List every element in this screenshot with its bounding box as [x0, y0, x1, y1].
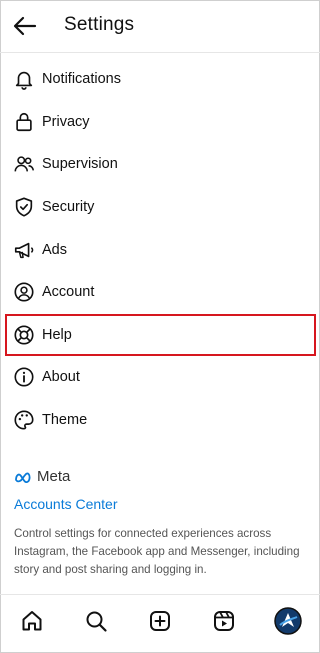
accounts-center-link[interactable]: Accounts Center: [14, 496, 118, 512]
menu-item-notifications[interactable]: Notifications: [0, 58, 320, 101]
menu-item-security[interactable]: Security: [0, 186, 320, 229]
page-title: Settings: [64, 14, 135, 35]
palette-icon: [11, 407, 37, 433]
menu-item-label: Ads: [42, 241, 67, 258]
meta-label: Meta: [37, 468, 71, 485]
menu-item-label: Security: [42, 199, 95, 216]
menu-item-account[interactable]: Account: [0, 271, 320, 314]
meta-brand: Meta: [14, 468, 70, 485]
search-icon[interactable]: [82, 607, 110, 635]
menu-item-label: Account: [42, 284, 95, 301]
megaphone-icon: [11, 237, 37, 263]
account-icon: [11, 279, 37, 305]
accounts-center-description: Control settings for connected experienc…: [14, 527, 300, 576]
menu-item-about[interactable]: About: [0, 356, 320, 399]
shield-icon: [11, 194, 37, 220]
people-icon: [11, 151, 37, 177]
menu-item-ads[interactable]: Ads: [0, 228, 320, 271]
reels-icon[interactable]: [210, 607, 238, 635]
lock-icon: [11, 109, 37, 135]
menu-item-label: Theme: [42, 412, 88, 429]
info-icon: [11, 364, 37, 390]
menu-item-label: Notifications: [42, 71, 121, 88]
bottom-tab-bar: [0, 594, 320, 649]
meta-logo-icon: [14, 471, 34, 483]
profile-avatar[interactable]: [274, 607, 302, 635]
menu-item-label: Help: [42, 326, 72, 343]
settings-menu: Notifications Privacy Supervision Securi…: [0, 58, 320, 441]
menu-item-label: About: [42, 369, 80, 386]
lifebuoy-icon: [11, 322, 37, 348]
back-arrow-icon[interactable]: [12, 13, 38, 39]
home-icon[interactable]: [18, 607, 46, 635]
menu-item-help[interactable]: Help: [5, 313, 316, 357]
create-icon[interactable]: [146, 607, 174, 635]
menu-item-label: Supervision: [42, 156, 118, 173]
menu-item-theme[interactable]: Theme: [0, 399, 320, 442]
menu-item-privacy[interactable]: Privacy: [0, 101, 320, 144]
menu-item-label: Privacy: [42, 113, 90, 130]
bell-icon: [11, 66, 37, 92]
menu-item-supervision[interactable]: Supervision: [0, 143, 320, 186]
header: Settings: [0, 0, 320, 53]
